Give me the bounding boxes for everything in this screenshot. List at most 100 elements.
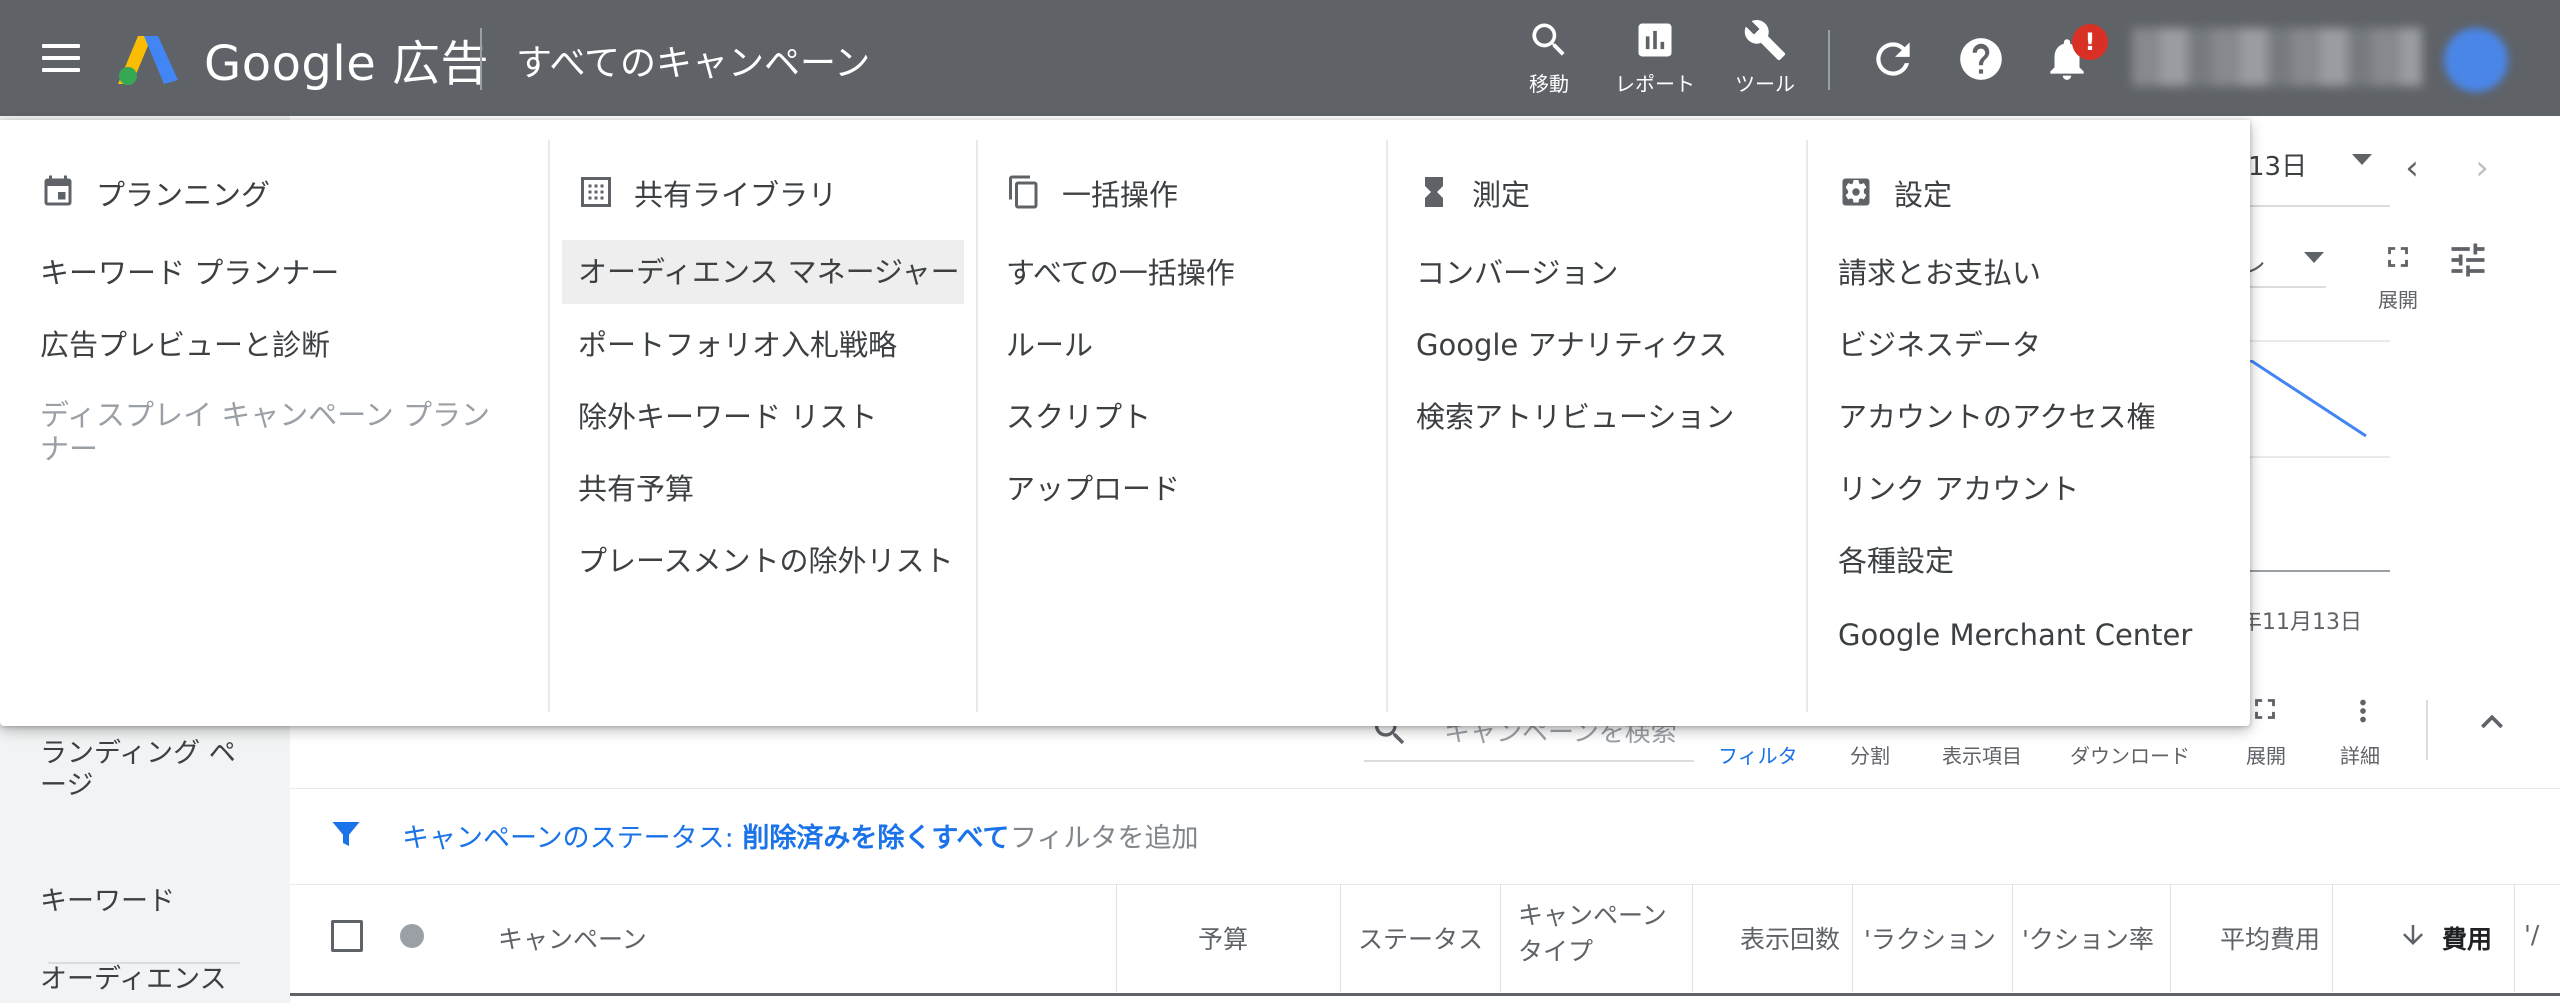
menu-item-shared-budgets[interactable]: 共有予算 bbox=[578, 472, 694, 506]
calendar-icon bbox=[44, 175, 72, 206]
column-header-type-line2[interactable]: タイプ bbox=[1518, 936, 1593, 968]
chart-series-line bbox=[2250, 360, 2367, 438]
chart-expand-button[interactable]: 展開 bbox=[2368, 240, 2428, 320]
menu-item-account-access[interactable]: アカウントのアクセス権 bbox=[1838, 400, 2156, 434]
toolbar-divider bbox=[1828, 30, 1830, 90]
menu-item-google-merchant-center[interactable]: Google Merchant Center bbox=[1838, 618, 2192, 652]
column-header-more[interactable]: '/ bbox=[2524, 920, 2539, 949]
menu-section-bulk-actions-title: 一括操作 bbox=[1062, 178, 1179, 212]
title-divider bbox=[480, 28, 482, 90]
menu-item-portfolio-bid-strategy[interactable]: ポートフォリオ入札戦略 bbox=[578, 328, 897, 362]
date-range-label[interactable]: 13日 bbox=[2248, 146, 2307, 183]
column-header-campaign[interactable]: キャンペーン bbox=[498, 920, 647, 956]
fullscreen-icon[interactable] bbox=[2248, 692, 2282, 726]
menu-item-linked-accounts[interactable]: リンク アカウント bbox=[1838, 472, 2079, 506]
toolbar-columns-button[interactable]: 表示項目 bbox=[1942, 740, 2022, 769]
reports-button[interactable]: レポート bbox=[1600, 14, 1710, 104]
chevron-up-icon[interactable] bbox=[2470, 700, 2514, 744]
column-separator bbox=[1116, 884, 1117, 992]
column-divider bbox=[1386, 140, 1388, 712]
chevron-left-icon[interactable]: ‹ bbox=[2392, 148, 2432, 188]
menu-item-business-data[interactable]: ビジネスデータ bbox=[1838, 328, 2041, 362]
nav-item-audiences[interactable]: オーディエンス bbox=[40, 964, 227, 996]
menu-section-setup-title: 設定 bbox=[1894, 178, 1953, 212]
column-separator bbox=[2170, 884, 2171, 992]
toolbar-divider bbox=[2426, 700, 2428, 760]
column-header-budget[interactable]: 予算 bbox=[1198, 920, 1248, 956]
status-filter-prefix: キャンペーンのステータス: bbox=[402, 823, 743, 854]
menu-item-keyword-planner[interactable]: キーワード プランナー bbox=[40, 256, 339, 290]
menu-item-uploads[interactable]: アップロード bbox=[1006, 472, 1180, 506]
nav-item-keywords[interactable]: キーワード bbox=[40, 886, 175, 918]
account-info-blurred[interactable] bbox=[2132, 28, 2422, 86]
menu-item-billing[interactable]: 請求とお支払い bbox=[1838, 256, 2041, 290]
date-range-caret-icon[interactable] bbox=[2352, 154, 2372, 165]
column-header-interaction-rate[interactable]: 'クション率 bbox=[2022, 920, 2154, 956]
toolbar-more-button[interactable]: 詳細 bbox=[2340, 740, 2380, 769]
column-header-type-line1[interactable]: キャンペーン bbox=[1518, 900, 1667, 932]
toolbar-filter-button[interactable]: フィルタ bbox=[1718, 740, 1798, 769]
tune-icon[interactable] bbox=[2446, 238, 2490, 282]
column-separator bbox=[2332, 884, 2333, 992]
report-chart-icon bbox=[1638, 23, 1672, 57]
hourglass-icon bbox=[1425, 177, 1443, 207]
select-all-checkbox[interactable] bbox=[331, 920, 363, 952]
column-header-avg-cost[interactable]: 平均費用 bbox=[2220, 920, 2320, 956]
menu-item-preferences[interactable]: 各種設定 bbox=[1838, 544, 1954, 578]
menu-item-ad-preview[interactable]: 広告プレビューと診断 bbox=[40, 328, 330, 362]
menu-item-search-attribution[interactable]: 検索アトリビューション bbox=[1416, 400, 1734, 434]
chevron-right-icon[interactable]: › bbox=[2462, 148, 2502, 188]
column-separator bbox=[1852, 884, 1853, 992]
chart-expand-label: 展開 bbox=[2378, 288, 2418, 312]
status-filter-chip[interactable]: キャンペーンのステータス: 削除済みを除くすべて bbox=[402, 816, 1009, 855]
toolbar-segment-button[interactable]: 分割 bbox=[1850, 740, 1890, 769]
menu-item-audience-manager[interactable]: オーディエンス マネージャー bbox=[578, 255, 960, 289]
nav-item-landing-pages[interactable]: ランディング ページ bbox=[40, 738, 240, 802]
toolbar-download-button[interactable]: ダウンロード bbox=[2070, 740, 2190, 769]
help-icon[interactable] bbox=[1956, 34, 2006, 84]
column-header-cost[interactable]: 費用 bbox=[2442, 920, 2492, 956]
reports-label: レポート bbox=[1615, 72, 1695, 96]
chart-gridline bbox=[2250, 340, 2390, 342]
column-separator bbox=[1692, 884, 1693, 992]
status-dot-icon bbox=[400, 924, 424, 948]
filter-funnel-icon[interactable] bbox=[328, 814, 364, 854]
menu-item-placement-exclusion-lists[interactable]: プレースメントの除外リスト bbox=[578, 544, 954, 578]
menu-section-shared-library-title: 共有ライブラリ bbox=[634, 178, 838, 212]
column-separator bbox=[2012, 884, 2013, 992]
goto-label: 移動 bbox=[1529, 72, 1569, 96]
library-grid-icon bbox=[581, 177, 611, 207]
copy-stack-icon bbox=[1009, 175, 1038, 209]
add-filter-button[interactable]: フィルタを追加 bbox=[1010, 816, 1198, 855]
menu-item-negative-keyword-lists[interactable]: 除外キーワード リスト bbox=[578, 400, 877, 434]
column-header-status[interactable]: ステータス bbox=[1358, 920, 1483, 956]
sort-arrow-down-icon[interactable] bbox=[2398, 920, 2428, 950]
column-separator bbox=[2514, 884, 2515, 992]
brand-name: Google 広告 bbox=[204, 36, 490, 92]
menu-item-google-analytics[interactable]: Google アナリティクス bbox=[1416, 328, 1727, 362]
menu-icon[interactable] bbox=[42, 42, 82, 74]
column-header-interactions[interactable]: 'ラクション bbox=[1864, 920, 1996, 956]
chart-gridline bbox=[2250, 456, 2390, 458]
tools-label: ツール bbox=[1735, 72, 1795, 96]
settings-gear-icon bbox=[1842, 178, 1870, 206]
menu-item-audience-manager-highlight[interactable]: オーディエンス マネージャー bbox=[562, 240, 964, 304]
google-ads-logo-icon bbox=[118, 36, 178, 85]
menu-item-conversions[interactable]: コンバージョン bbox=[1416, 256, 1618, 290]
more-vert-icon[interactable] bbox=[2346, 690, 2380, 732]
menu-item-display-planner: ディスプレイ キャンペーン プランナー bbox=[40, 398, 490, 466]
menu-item-rules[interactable]: ルール bbox=[1006, 328, 1093, 362]
notification-badge: ! bbox=[2072, 24, 2108, 60]
menu-item-all-bulk-actions[interactable]: すべての一括操作 bbox=[1006, 256, 1235, 290]
chart-metric-caret-icon[interactable] bbox=[2304, 252, 2324, 263]
refresh-icon[interactable] bbox=[1868, 34, 1918, 84]
menu-section-planning-title: プランニング bbox=[96, 178, 271, 212]
column-header-impressions[interactable]: 表示回数 bbox=[1740, 920, 1840, 956]
goto-button[interactable]: 移動 bbox=[1494, 14, 1604, 104]
date-range-underline bbox=[2230, 205, 2390, 207]
menu-item-scripts[interactable]: スクリプト bbox=[1006, 400, 1151, 434]
toolbar-expand-button[interactable]: 展開 bbox=[2246, 740, 2286, 769]
tools-button[interactable]: ツール bbox=[1710, 14, 1820, 104]
avatar[interactable] bbox=[2444, 28, 2508, 92]
menu-section-measurement-title: 測定 bbox=[1472, 178, 1531, 212]
